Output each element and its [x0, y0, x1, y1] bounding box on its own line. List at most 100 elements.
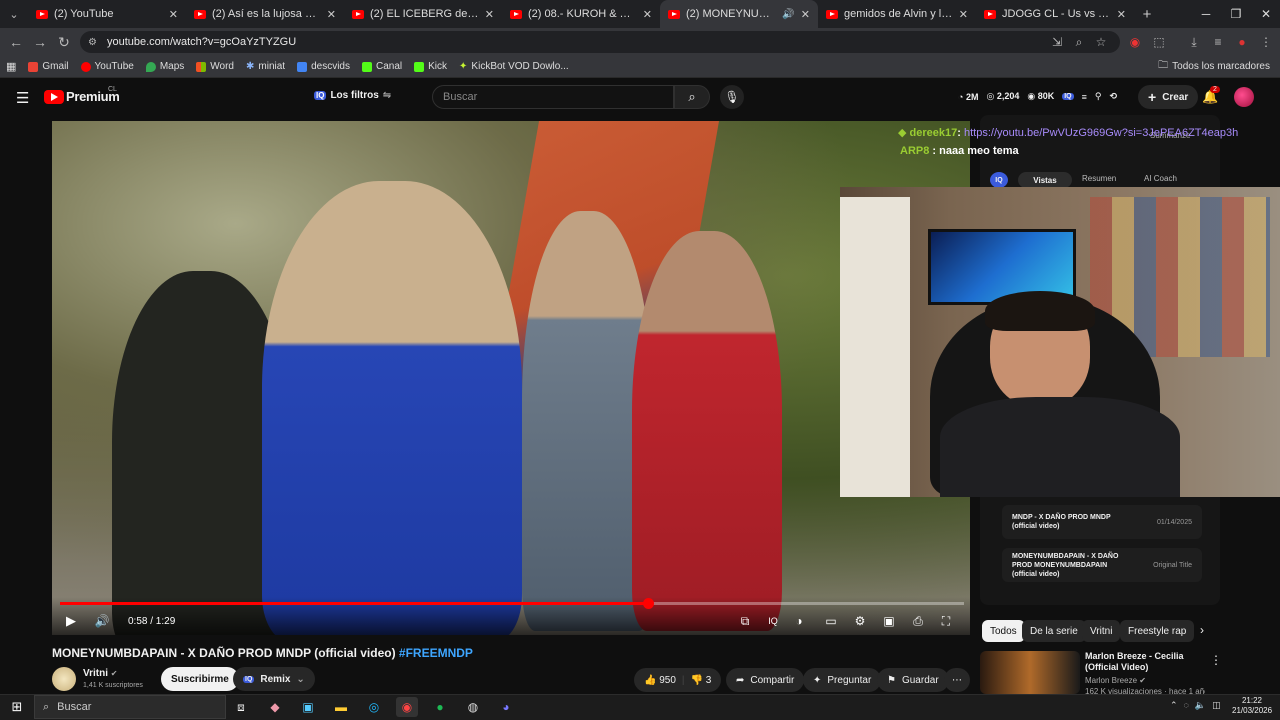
tray-chevron-icon[interactable]: ⌃ [1170, 700, 1178, 711]
new-tab-button[interactable]: + [1134, 0, 1160, 28]
chip-freestyle-rap[interactable]: Freestyle rap [1120, 620, 1195, 642]
user-avatar[interactable] [1234, 87, 1254, 107]
like-button[interactable]: 👍 950 [644, 675, 676, 686]
video-player[interactable] [52, 121, 970, 635]
profile-avatar-icon[interactable]: ● [1233, 33, 1251, 51]
settings-gear-icon[interactable]: ⚙ [851, 611, 869, 631]
play-icon[interactable]: ▶ [62, 611, 80, 631]
obs-icon[interactable]: ◍ [462, 697, 484, 717]
close-tab-icon[interactable]: ✕ [1117, 8, 1126, 21]
more-actions-button[interactable]: ⋯ [944, 668, 970, 692]
extension-player-icon[interactable]: ⧉ [736, 611, 754, 631]
search-button[interactable]: ⌕ [674, 85, 710, 109]
search-input[interactable]: Buscar [432, 85, 674, 109]
language-icon[interactable]: ◫ [1212, 700, 1221, 711]
more-vert-icon[interactable]: ⋮ [1210, 653, 1222, 667]
tab-resumen[interactable]: Resumen [1082, 174, 1116, 183]
store-icon[interactable]: ▣ [297, 697, 319, 717]
miniplayer-icon[interactable]: ▣ [880, 611, 898, 631]
tab-ai-coach[interactable]: AI Coach [1144, 174, 1177, 183]
browser-tab[interactable]: (2) 08.- KUROH & YO! - PEPAS ✕ [502, 0, 660, 28]
site-info-icon[interactable]: ⚙ [88, 37, 97, 48]
close-window-button[interactable]: ✕ [1250, 0, 1280, 28]
windows-start-icon[interactable]: ⊞ [6, 697, 28, 717]
all-bookmarks-folder[interactable]: 🗀 Todos los marcadores [1152, 56, 1276, 78]
subscribe-button[interactable]: Suscribirme [161, 667, 239, 691]
bookmark-kick[interactable]: Kick [408, 56, 453, 78]
youtube-logo-icon[interactable] [44, 90, 64, 104]
install-app-icon[interactable]: ⇲ [1048, 33, 1066, 51]
browser-tab-active[interactable]: (2) MONEYNUMBDAPAIN 🔊 ✕ [660, 0, 818, 28]
subtitles-icon[interactable]: ▭ [822, 611, 840, 631]
fullscreen-icon[interactable]: ⛶ [937, 611, 955, 631]
zoom-icon[interactable]: ⌕ [1070, 33, 1088, 51]
media-control-icon[interactable]: ≡ [1209, 33, 1227, 51]
speaker-icon[interactable]: 🔊 [782, 9, 794, 20]
progress-scrubber[interactable] [642, 598, 654, 609]
chip-todos[interactable]: Todos [982, 620, 1025, 642]
close-tab-icon[interactable]: ✕ [485, 8, 494, 21]
chip-de-la-serie[interactable]: De la serie [1022, 620, 1086, 642]
volume-tray-icon[interactable]: 🔈 [1195, 700, 1206, 711]
record-icon[interactable]: ◉ [1126, 33, 1144, 51]
browser-tab[interactable]: JDOGG CL - Us vs Them. Drill C ✕ [976, 0, 1134, 28]
voice-search-button[interactable]: 🎙 [720, 85, 744, 109]
iq-extension-icon[interactable]: IQ [1062, 93, 1074, 100]
network-icon[interactable]: ◌ [1184, 700, 1189, 711]
discord-icon[interactable]: ◕ [495, 697, 517, 717]
browser-menu-icon[interactable]: ⋮ [1257, 33, 1275, 51]
dislike-button[interactable]: 👎 3 [691, 675, 712, 686]
extension-icon-2[interactable]: ⚲ [1095, 91, 1102, 102]
filters-button[interactable]: IQ Los filtros ⇋ [314, 90, 391, 101]
browser-tab[interactable]: (2) YouTube ✕ [28, 0, 186, 28]
chevron-right-icon[interactable]: › [1200, 623, 1204, 637]
iq-player-icon[interactable]: IQ [764, 611, 782, 631]
close-tab-icon[interactable]: ✕ [959, 8, 968, 21]
bookmark-descvids[interactable]: descvids [291, 56, 356, 78]
reload-icon[interactable]: ↻ [52, 30, 76, 54]
bookmark-canal[interactable]: Canal [356, 56, 408, 78]
chat-link[interactable]: https://youtu.be/PwVUzG969Gw?si=3JePEA6Z… [964, 127, 1238, 139]
tab-vistas[interactable]: Vistas [1018, 172, 1072, 188]
spotify-icon[interactable]: ● [429, 697, 451, 717]
bookmark-maps[interactable]: Maps [140, 56, 190, 78]
download-icon[interactable]: ⤓ [1185, 33, 1203, 51]
file-explorer-icon[interactable]: ▬ [330, 697, 352, 717]
cast-icon[interactable]: ⎙ [909, 611, 927, 631]
taskbar-search-input[interactable]: ⌕ Buscar [34, 695, 226, 719]
restore-button[interactable]: ❐ [1220, 0, 1252, 28]
browser-tab[interactable]: (2) EL ICEBERG de los MISTERIOS ✕ [344, 0, 502, 28]
bookmark-kickbot[interactable]: ✦ KickBot VOD Dowlo... [453, 56, 575, 78]
recommended-title[interactable]: Marlon Breeze - Cecilia (Official Video) [1085, 651, 1205, 673]
address-bar[interactable]: ⚙ youtube.com/watch?v=gcOaYzTYZGU [80, 31, 1120, 53]
chrome-icon[interactable]: ◉ [396, 697, 418, 717]
hashtag-link[interactable]: #FREEMNDP [399, 646, 473, 660]
apps-grid-icon[interactable]: ▦ [0, 56, 22, 78]
recommended-channel[interactable]: Marlon Breeze ✔ [1085, 676, 1146, 685]
copilot-icon[interactable]: ◆ [264, 697, 286, 717]
ask-button[interactable]: ✦ Preguntar [803, 668, 882, 692]
close-tab-icon[interactable]: ✕ [169, 8, 178, 21]
recommended-thumbnail[interactable] [980, 651, 1080, 694]
browser-tab[interactable]: gemidos de Alvin y las ardillas ✕ [818, 0, 976, 28]
save-button[interactable]: ⚑ Guardar [877, 668, 949, 692]
close-tab-icon[interactable]: ✕ [801, 8, 810, 21]
close-tab-icon[interactable]: ✕ [327, 8, 336, 21]
bookmark-gmail[interactable]: Gmail [22, 56, 74, 78]
tab-search-icon[interactable]: ⌄ [0, 0, 28, 28]
autoplay-toggle-icon[interactable]: ◑ [790, 611, 808, 631]
back-arrow-icon[interactable]: ← [4, 30, 28, 54]
bookmark-youtube[interactable]: YouTube [75, 56, 140, 78]
hamburger-menu-icon[interactable]: ☰ [16, 89, 29, 107]
extension-icon[interactable]: ≡ [1082, 92, 1087, 102]
extensions-icon[interactable]: ⬚ [1150, 33, 1168, 51]
volume-icon[interactable]: 🔊 [92, 611, 112, 631]
system-clock[interactable]: 21:22 21/03/2026 [1232, 696, 1272, 716]
bookmark-word[interactable]: Word [190, 56, 240, 78]
edge-icon[interactable]: ◎ [363, 697, 385, 717]
close-tab-icon[interactable]: ✕ [643, 8, 652, 21]
channel-avatar[interactable] [52, 667, 76, 691]
browser-tab[interactable]: (2) Así es la lujosa casa de Bykin ✕ [186, 0, 344, 28]
extension-icon-3[interactable]: ⟲ [1109, 91, 1117, 102]
bookmark-star-icon[interactable]: ☆ [1092, 33, 1110, 51]
